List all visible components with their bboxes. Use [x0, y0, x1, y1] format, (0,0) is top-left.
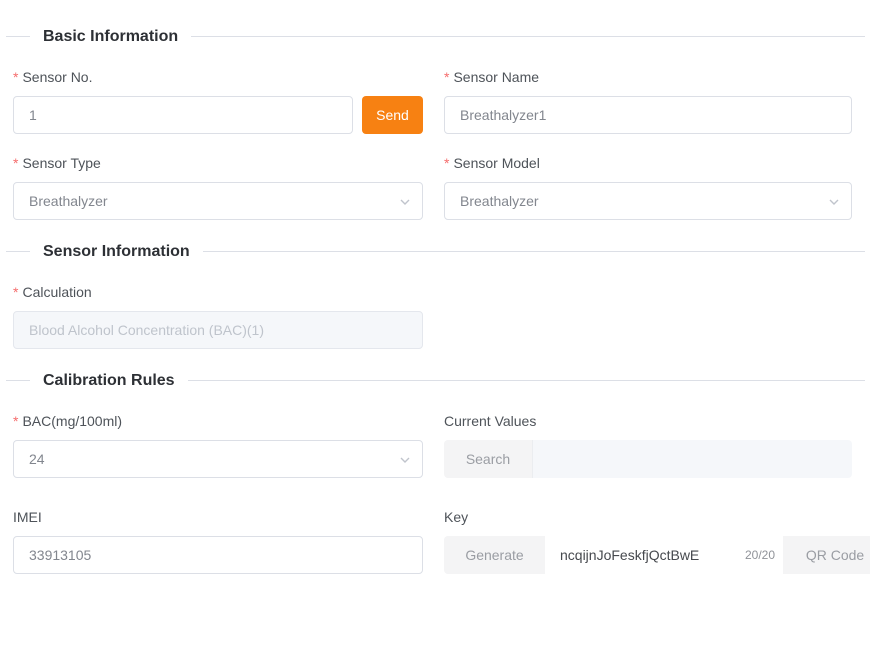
form-row-5: IMEI Key Generate 20/20 QR Code: [0, 508, 870, 574]
calculation-label: *Calculation: [13, 283, 423, 311]
sensor-name-input[interactable]: [444, 96, 852, 134]
qr-code-button[interactable]: QR Code: [783, 536, 870, 574]
form-item-sensor-no: *Sensor No. Send: [13, 68, 423, 134]
form-item-sensor-name: *Sensor Name: [444, 68, 852, 134]
form-row-2: *Sensor Type Breathalyzer *Sensor Model …: [0, 154, 870, 220]
search-button[interactable]: Search: [444, 440, 532, 478]
sensor-type-label: *Sensor Type: [13, 154, 423, 182]
form-row-4: *BAC(mg/100ml) 24 Current Values Search: [0, 412, 870, 478]
section-divider-basic: Basic Information: [0, 25, 870, 48]
key-label-text: Key: [444, 509, 468, 525]
sensor-model-select[interactable]: Breathalyzer: [444, 182, 852, 220]
form-item-sensor-model: *Sensor Model Breathalyzer: [444, 154, 852, 220]
required-asterisk: *: [13, 69, 18, 85]
sensor-no-input-group: Send: [13, 96, 423, 134]
imei-label-text: IMEI: [13, 509, 42, 525]
imei-label: IMEI: [13, 508, 423, 536]
sensor-type-selected-value: Breathalyzer: [29, 193, 108, 209]
generate-button[interactable]: Generate: [444, 536, 545, 574]
form-item-imei: IMEI: [13, 508, 423, 574]
required-asterisk: *: [13, 413, 18, 429]
key-input-wrap: 20/20: [545, 536, 783, 574]
sensor-model-label: *Sensor Model: [444, 154, 852, 182]
sensor-no-label-text: Sensor No.: [22, 69, 92, 85]
current-values-group: Search: [444, 440, 852, 478]
required-asterisk: *: [444, 155, 449, 171]
sensor-name-label-text: Sensor Name: [453, 69, 539, 85]
sensor-type-select[interactable]: Breathalyzer: [13, 182, 423, 220]
sensor-form-page: Basic Information *Sensor No. Send *Sens…: [0, 25, 870, 574]
bac-label: *BAC(mg/100ml): [13, 412, 423, 440]
bac-label-text: BAC(mg/100ml): [22, 413, 122, 429]
sensor-type-label-text: Sensor Type: [22, 155, 100, 171]
key-label: Key: [444, 508, 852, 536]
current-values-input[interactable]: [532, 440, 852, 478]
chevron-down-icon: [398, 195, 412, 209]
bac-select[interactable]: 24: [13, 440, 423, 478]
form-item-spacer: [444, 283, 852, 349]
section-title-sensor-information: Sensor Information: [30, 243, 203, 261]
current-values-label-text: Current Values: [444, 413, 536, 429]
form-row-3: *Calculation: [0, 283, 870, 349]
chevron-down-icon: [827, 195, 841, 209]
section-title-basic-information: Basic Information: [30, 28, 191, 46]
sensor-name-label: *Sensor Name: [444, 68, 852, 96]
key-input[interactable]: [545, 536, 745, 574]
section-divider-calibration: Calibration Rules: [0, 369, 870, 392]
sensor-model-label-text: Sensor Model: [453, 155, 539, 171]
section-title-calibration-rules: Calibration Rules: [30, 372, 188, 390]
form-item-key: Key Generate 20/20 QR Code: [444, 508, 852, 574]
sensor-no-label: *Sensor No.: [13, 68, 423, 96]
form-row-1: *Sensor No. Send *Sensor Name: [0, 68, 870, 134]
calculation-input: [13, 311, 423, 349]
calculation-label-text: Calculation: [22, 284, 91, 300]
required-asterisk: *: [13, 155, 18, 171]
form-item-bac: *BAC(mg/100ml) 24: [13, 412, 423, 478]
imei-input[interactable]: [13, 536, 423, 574]
current-values-label: Current Values: [444, 412, 852, 440]
chevron-down-icon: [398, 453, 412, 467]
send-button[interactable]: Send: [362, 96, 423, 134]
sensor-model-selected-value: Breathalyzer: [460, 193, 539, 209]
form-item-sensor-type: *Sensor Type Breathalyzer: [13, 154, 423, 220]
key-char-counter: 20/20: [745, 548, 783, 562]
bac-selected-value: 24: [29, 451, 45, 467]
required-asterisk: *: [13, 284, 18, 300]
section-divider-sensor: Sensor Information: [0, 240, 870, 263]
key-group: Generate 20/20 QR Code: [444, 536, 852, 574]
form-item-current-values: Current Values Search: [444, 412, 852, 478]
required-asterisk: *: [444, 69, 449, 85]
form-item-calculation: *Calculation: [13, 283, 423, 349]
sensor-no-input[interactable]: [13, 96, 353, 134]
